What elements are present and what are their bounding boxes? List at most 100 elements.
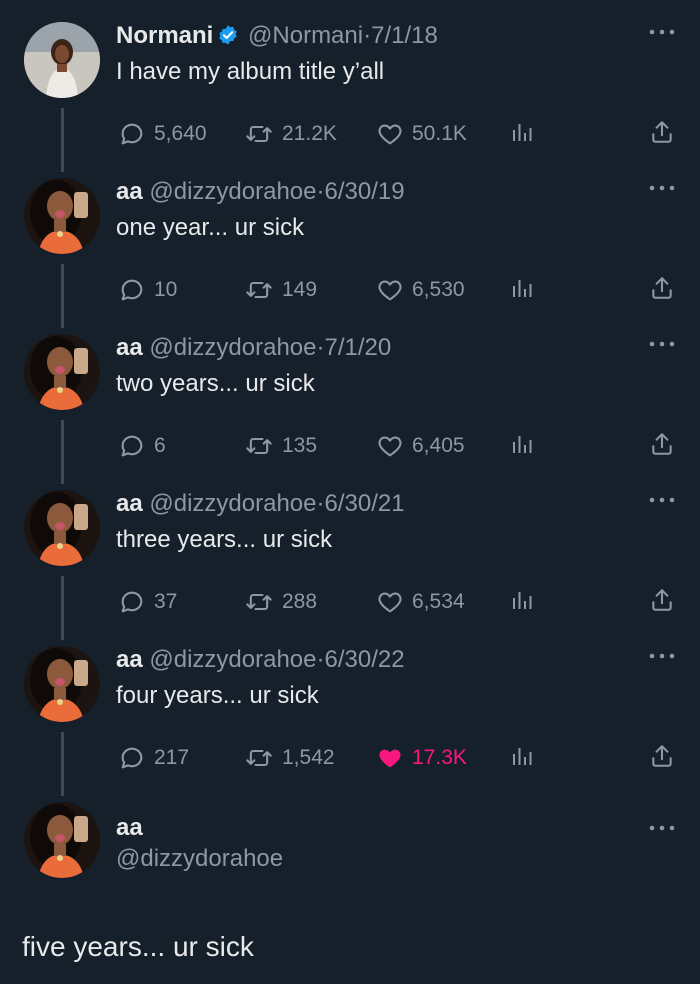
retweet-button[interactable]: 149 — [244, 274, 317, 306]
retweet-button[interactable]: 21.2K — [244, 118, 337, 150]
like-button[interactable]: 6,530 — [376, 274, 465, 306]
reply-icon — [118, 120, 146, 148]
display-name[interactable]: aa — [116, 334, 143, 361]
avatar[interactable] — [24, 490, 100, 566]
user-handle[interactable]: @dizzydorahoe — [149, 178, 316, 205]
tweet[interactable]: aa @dizzydorahoe·6/30/19 one year... ur … — [0, 178, 700, 318]
retweet-icon — [244, 744, 274, 772]
separator-dot: · — [316, 490, 325, 517]
tweet[interactable]: aa @dizzydorahoe·6/30/22 four years... u… — [0, 646, 700, 786]
more-dots-icon[interactable] — [648, 652, 676, 660]
reply-button[interactable]: 217 — [118, 742, 189, 774]
avatar[interactable] — [24, 802, 100, 878]
retweet-count: 21.2K — [282, 122, 337, 145]
share-icon[interactable] — [649, 274, 675, 302]
separator-dot: · — [316, 334, 325, 361]
retweet-button[interactable]: 288 — [244, 586, 317, 618]
user-handle[interactable]: @dizzydorahoe — [149, 490, 316, 517]
like-count: 6,405 — [412, 434, 465, 457]
retweet-count: 135 — [282, 434, 318, 457]
more-dots-icon[interactable] — [648, 824, 676, 832]
tweet-actions: 37 288 6,534 — [0, 586, 700, 618]
reply-count: 217 — [154, 746, 190, 769]
display-name[interactable]: aa — [116, 646, 143, 673]
separator-dot: · — [316, 646, 325, 673]
display-name[interactable]: Normani — [116, 22, 213, 49]
tweet-date[interactable]: 6/30/19 — [325, 178, 405, 205]
user-handle[interactable]: @dizzydorahoe — [149, 646, 316, 673]
heart-icon — [376, 120, 404, 148]
like-button[interactable]: 17.3K — [376, 742, 467, 774]
tweet-date[interactable]: 7/1/18 — [371, 22, 438, 49]
display-name[interactable]: aa — [116, 178, 143, 205]
tweet-text: five years... ur sick — [22, 931, 254, 962]
retweet-count: 1,542 — [282, 746, 335, 769]
like-count: 6,534 — [412, 590, 465, 613]
avatar[interactable] — [24, 334, 100, 410]
reply-count: 6 — [154, 434, 166, 457]
heart-icon — [376, 744, 404, 772]
more-dots-icon[interactable] — [648, 340, 676, 348]
share-icon[interactable] — [649, 742, 675, 770]
separator-dot: · — [316, 178, 325, 205]
tweet-date[interactable]: 6/30/22 — [325, 646, 405, 673]
reply-button[interactable]: 10 — [118, 274, 177, 306]
retweet-button[interactable]: 135 — [244, 430, 317, 462]
reply-button[interactable]: 5,640 — [118, 118, 207, 150]
tweet-text: one year... ur sick — [116, 214, 305, 241]
retweet-icon — [244, 276, 274, 304]
reply-button[interactable]: 37 — [118, 586, 177, 618]
display-name[interactable]: aa — [116, 811, 143, 845]
heart-icon — [376, 276, 404, 304]
like-count: 17.3K — [412, 746, 467, 769]
tweet-date[interactable]: 7/1/20 — [325, 334, 392, 361]
avatar[interactable] — [24, 178, 100, 254]
reply-icon — [118, 276, 146, 304]
more-dots-icon[interactable] — [648, 496, 676, 504]
like-button[interactable]: 6,534 — [376, 586, 465, 618]
reply-icon — [118, 432, 146, 460]
reply-icon — [118, 588, 146, 616]
tweet[interactable]: Normani @Normani·7/1/18 I have my album … — [0, 22, 700, 162]
tweet[interactable]: aa @dizzydorahoe·7/1/20 two years... ur … — [0, 334, 700, 474]
analytics-icon[interactable] — [510, 432, 534, 456]
tweet-text: two years... ur sick — [116, 370, 315, 397]
user-handle[interactable]: @dizzydorahoe — [149, 334, 316, 361]
tweet-header: aa @dizzydorahoe·6/30/21 — [116, 487, 405, 521]
retweet-button[interactable]: 1,542 — [244, 742, 335, 774]
analytics-icon[interactable] — [510, 588, 534, 612]
tweet-header: Normani @Normani·7/1/18 — [116, 19, 438, 53]
user-handle[interactable]: @dizzydorahoe — [116, 842, 283, 876]
tweet[interactable]: aa @dizzydorahoe·6/30/21 three years... … — [0, 490, 700, 630]
share-icon[interactable] — [649, 118, 675, 146]
more-dots-icon[interactable] — [648, 184, 676, 192]
like-button[interactable]: 6,405 — [376, 430, 465, 462]
reply-count: 37 — [154, 590, 178, 613]
tweet-text: I have my album title y’all — [116, 58, 385, 85]
share-icon[interactable] — [649, 586, 675, 614]
avatar[interactable] — [24, 22, 100, 98]
tweet-actions: 217 1,542 17.3K — [0, 742, 700, 774]
retweet-count: 149 — [282, 278, 318, 301]
like-count: 50.1K — [412, 122, 467, 145]
tweet-header: aa @dizzydorahoe·6/30/22 — [116, 643, 405, 677]
analytics-icon[interactable] — [510, 120, 534, 144]
retweet-icon — [244, 120, 274, 148]
retweet-count: 288 — [282, 590, 318, 613]
heart-icon — [376, 432, 404, 460]
analytics-icon[interactable] — [510, 276, 534, 300]
reply-button[interactable]: 6 — [118, 430, 166, 462]
retweet-icon — [244, 588, 274, 616]
avatar[interactable] — [24, 646, 100, 722]
reply-icon — [118, 744, 146, 772]
tweet-date[interactable]: 6/30/21 — [325, 490, 405, 517]
tweet-actions: 6 135 6,405 — [0, 430, 700, 462]
heart-icon — [376, 588, 404, 616]
share-icon[interactable] — [649, 430, 675, 458]
display-name[interactable]: aa — [116, 490, 143, 517]
analytics-icon[interactable] — [510, 744, 534, 768]
user-handle[interactable]: @Normani — [248, 22, 363, 49]
tweet-header: aa @dizzydorahoe·6/30/19 — [116, 175, 405, 209]
more-dots-icon[interactable] — [648, 28, 676, 36]
like-button[interactable]: 50.1K — [376, 118, 467, 150]
